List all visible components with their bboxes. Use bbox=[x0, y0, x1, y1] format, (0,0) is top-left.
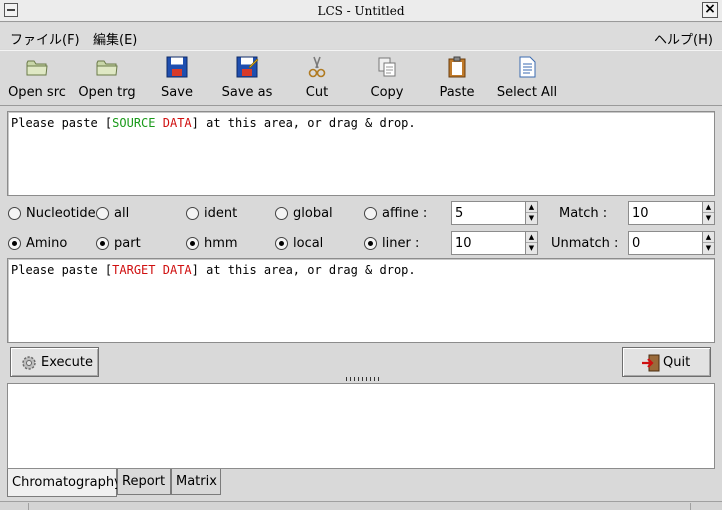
open-trg-label: Open trg bbox=[78, 85, 136, 100]
gear-icon bbox=[22, 356, 36, 370]
status-bar bbox=[0, 501, 722, 510]
menu-bar: ファイル(F) 編集(E) ヘルプ(H) bbox=[0, 23, 722, 49]
save-label: Save bbox=[161, 85, 193, 100]
liner-spinbox[interactable]: 10 ▲ ▼ bbox=[451, 231, 538, 255]
copy-icon bbox=[378, 57, 396, 77]
radio-on-icon bbox=[96, 237, 109, 250]
unmatch-label: Unmatch : bbox=[551, 236, 619, 251]
save-button[interactable]: Save bbox=[142, 55, 212, 103]
tab-report[interactable]: Report bbox=[117, 469, 171, 495]
paste-label: Paste bbox=[439, 85, 475, 100]
radio-off-icon bbox=[186, 207, 199, 220]
menu-edit[interactable]: 編集(E) bbox=[93, 29, 137, 48]
target-hint-space bbox=[156, 263, 163, 277]
radio-off-icon bbox=[96, 207, 109, 220]
folder-icon bbox=[26, 60, 48, 76]
document-icon bbox=[519, 56, 536, 78]
cut-button[interactable]: Cut bbox=[282, 55, 352, 103]
folder-icon bbox=[96, 60, 118, 76]
liner-value: 10 bbox=[455, 236, 472, 251]
menu-help[interactable]: ヘルプ(H) bbox=[654, 29, 713, 48]
execute-label: Execute bbox=[41, 355, 93, 370]
tab-matrix[interactable]: Matrix bbox=[171, 469, 221, 495]
radio-amino-label: Amino bbox=[26, 236, 68, 251]
spin-down-icon[interactable]: ▼ bbox=[526, 243, 537, 254]
radio-affine-label: affine : bbox=[382, 206, 428, 221]
save-as-button[interactable]: Save as bbox=[212, 55, 282, 103]
copy-button[interactable]: Copy bbox=[352, 55, 422, 103]
copy-label: Copy bbox=[370, 85, 404, 100]
target-hint-word-2: DATA bbox=[162, 263, 192, 277]
radio-all-label: all bbox=[114, 206, 130, 221]
match-label: Match : bbox=[559, 206, 608, 221]
floppy-disk-icon bbox=[166, 56, 188, 78]
target-hint-suffix: ] at this area, or drag & drop. bbox=[191, 263, 416, 277]
splitter-handle[interactable] bbox=[346, 377, 380, 381]
tab-chromatography-label: Chromatography bbox=[12, 475, 122, 490]
open-trg-button[interactable]: Open trg bbox=[72, 55, 142, 103]
tab-chromatography[interactable]: Chromatography bbox=[7, 469, 122, 497]
radio-liner-label: liner : bbox=[382, 236, 420, 251]
spin-up-icon[interactable]: ▲ bbox=[703, 232, 714, 243]
radio-global-label: global bbox=[293, 206, 333, 221]
open-src-label: Open src bbox=[8, 85, 66, 100]
save-as-icon bbox=[236, 56, 259, 78]
spin-up-icon[interactable]: ▲ bbox=[526, 232, 537, 243]
target-text-area[interactable]: Please paste [TARGET DATA] at this area,… bbox=[7, 258, 715, 343]
target-hint-word-1: TARGET bbox=[112, 263, 156, 277]
radio-part-label: part bbox=[114, 236, 141, 251]
spin-down-icon[interactable]: ▼ bbox=[526, 213, 537, 224]
spin-down-icon[interactable]: ▼ bbox=[703, 213, 714, 224]
cut-label: Cut bbox=[305, 85, 329, 100]
affine-spinbox[interactable]: 5 ▲ ▼ bbox=[451, 201, 538, 225]
result-panel bbox=[7, 383, 715, 469]
close-button[interactable]: × bbox=[702, 2, 718, 18]
radio-on-icon bbox=[364, 237, 377, 250]
radio-on-icon bbox=[8, 237, 21, 250]
match-spinbox[interactable]: 10 ▲ ▼ bbox=[628, 201, 715, 225]
radio-hmm-label: hmm bbox=[204, 236, 238, 251]
source-hint-suffix: ] at this area, or drag & drop. bbox=[191, 116, 416, 130]
quit-label: Quit bbox=[663, 355, 691, 370]
source-hint-space bbox=[156, 116, 163, 130]
execute-button[interactable]: Execute bbox=[10, 347, 99, 377]
radio-local-label: local bbox=[293, 236, 324, 251]
radio-on-icon bbox=[275, 237, 288, 250]
affine-value: 5 bbox=[455, 206, 464, 221]
radio-off-icon bbox=[275, 207, 288, 220]
scissors-icon bbox=[308, 56, 326, 78]
radio-off-icon bbox=[8, 207, 21, 220]
match-value: 10 bbox=[632, 206, 649, 221]
source-hint-prefix: Please paste [ bbox=[11, 116, 113, 130]
radio-on-icon bbox=[186, 237, 199, 250]
select-all-label: Select All bbox=[496, 85, 558, 100]
unmatch-spinbox[interactable]: 0 ▲ ▼ bbox=[628, 231, 715, 255]
tab-matrix-label: Matrix bbox=[176, 474, 217, 489]
radio-ident-label: ident bbox=[204, 206, 238, 221]
quit-button[interactable]: Quit bbox=[622, 347, 711, 377]
spin-up-icon[interactable]: ▲ bbox=[526, 202, 537, 213]
select-all-button[interactable]: Select All bbox=[492, 55, 562, 103]
radio-off-icon bbox=[364, 207, 377, 220]
unmatch-value: 0 bbox=[632, 236, 641, 251]
exit-door-icon bbox=[642, 354, 660, 372]
source-hint-word-1: SOURCE bbox=[112, 116, 156, 130]
spin-up-icon[interactable]: ▲ bbox=[703, 202, 714, 213]
menu-file[interactable]: ファイル(F) bbox=[10, 29, 80, 48]
window-title: LCS - Untitled bbox=[317, 4, 405, 18]
target-hint-prefix: Please paste [ bbox=[11, 263, 113, 277]
open-src-button[interactable]: Open src bbox=[2, 55, 72, 103]
source-text-area[interactable]: Please paste [SOURCE DATA] at this area,… bbox=[7, 111, 715, 196]
spin-down-icon[interactable]: ▼ bbox=[703, 243, 714, 254]
toolbar: Open src Open trg Save Save as Cut Copy … bbox=[0, 50, 722, 106]
source-hint-word-2: DATA bbox=[162, 116, 192, 130]
paste-button[interactable]: Paste bbox=[422, 55, 492, 103]
clipboard-icon bbox=[448, 56, 466, 78]
tab-report-label: Report bbox=[122, 474, 166, 489]
radio-nucleotide-label: Nucleotide bbox=[26, 206, 96, 221]
title-bar: LCS - Untitled × bbox=[0, 0, 722, 22]
save-as-label: Save as bbox=[221, 85, 273, 100]
